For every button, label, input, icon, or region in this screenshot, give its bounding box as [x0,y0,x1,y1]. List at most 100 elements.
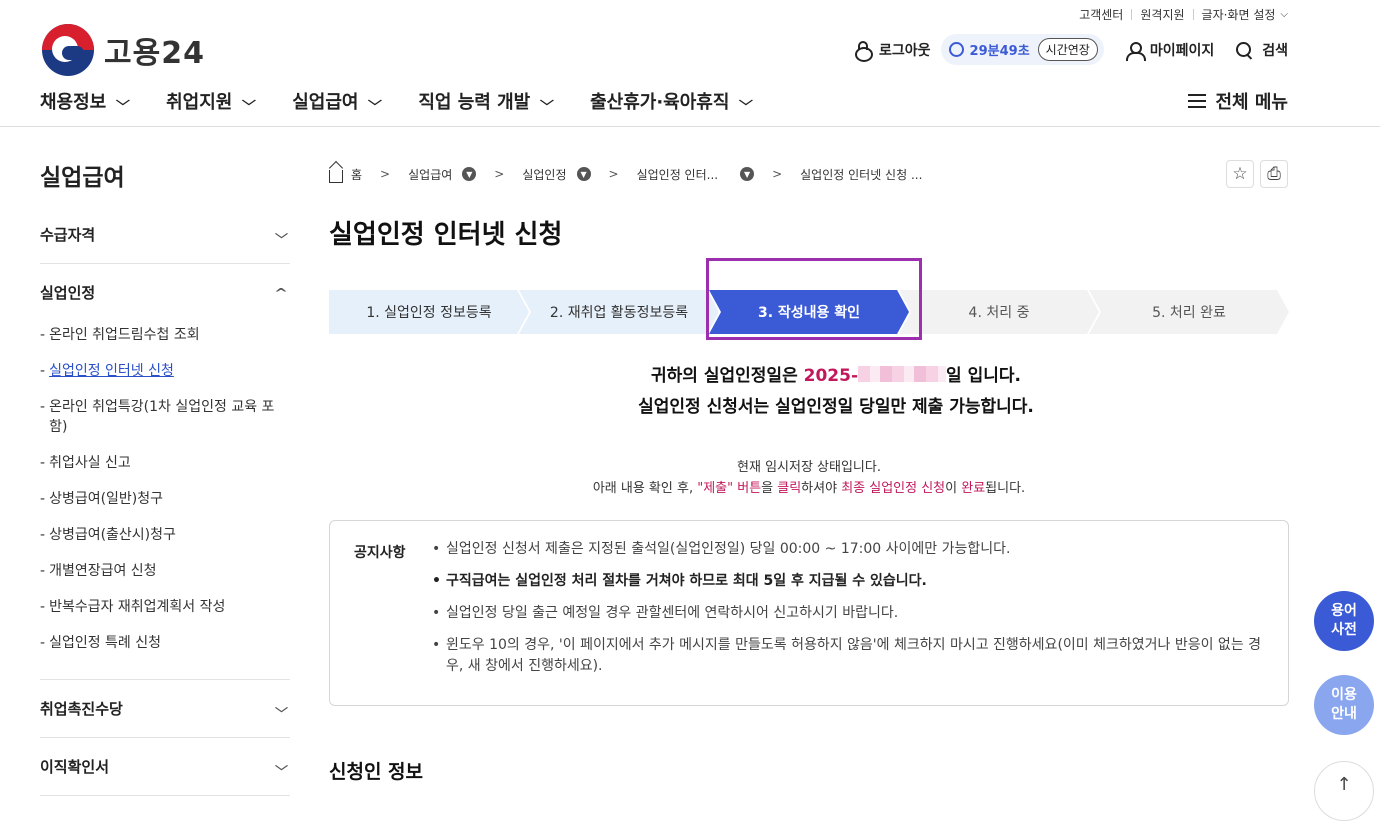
dropdown-icon[interactable]: ▼ [740,167,755,181]
temp-emphasis: 완료 [961,481,986,496]
step-5: 5. 처리 완료 [1089,290,1289,334]
dropdown-icon[interactable]: ▼ [462,167,477,181]
side-item[interactable]: - 개별연장급여 신청 [40,553,290,589]
timer-value: 29분49초 [969,44,1030,59]
temp-emphasis: 클릭 [777,481,802,496]
temp-emphasis: 최종 실업인정 신청 [841,481,946,496]
breadcrumb-current: 실업인정 인터넷 신청 ... [800,167,923,182]
mypage-label: 마이페이지 [1149,42,1215,59]
step-4: 4. 처리 중 [899,290,1099,334]
side-item-label: 온라인 취업특강(1차 실업인정 교육 포함) [49,399,275,435]
side-group-label: 실업인정 [40,284,96,302]
nav-menu-skills[interactable]: 직업 능력 개발 ⌵ [418,88,555,114]
chevron-right-icon: > [380,167,391,181]
all-menu-label: 전체 메뉴 [1215,92,1288,113]
guide-button[interactable]: 이용 안내 [1314,675,1374,735]
side-item[interactable]: - 반복수급자 재취업계획서 작성 [40,589,290,625]
remote-support-link[interactable]: 원격지원 [1140,6,1184,23]
side-item-label: 상병급여(일반)청구 [49,491,164,507]
notice-item: 실업인정 신청서 제출은 지정된 출석일(실업인정일) 당일 00:00 ~ 1… [430,539,1264,560]
customer-center-link[interactable]: 고객센터 [1079,6,1123,23]
star-icon[interactable]: ☆ [1226,160,1254,188]
utility-bar: 고객센터 원격지원 글자·화면 설정 ⌵ [1079,6,1288,23]
breadcrumb-item[interactable]: 실업인정 [522,166,566,183]
temp-text: 됩니다. [985,481,1026,496]
chevron-right-icon: > [494,167,505,181]
message-line-2: 실업인정 신청서는 실업인정일 당일만 제출 가능합니다. [638,397,1034,417]
side-group-toggle[interactable]: 수급자격 ⌵ [40,224,290,245]
session-timer: 29분49초 시간연장 [940,34,1104,65]
home-icon[interactable] [329,169,343,183]
glossary-button[interactable]: 용어 사전 [1314,591,1374,651]
nav-menu-employment-support[interactable]: 취업지원 ⌵ [166,88,256,114]
taegeuk-logo-icon [42,24,94,76]
temp-text: 하셔야 [801,481,842,496]
notice-box: 공지사항 실업인정 신청서 제출은 지정된 출석일(실업인정일) 당일 00:0… [329,520,1289,706]
divider [1131,9,1133,20]
side-item-label: 실업인정 인터넷 신청 [49,363,174,379]
breadcrumb-home[interactable]: 홈 [351,166,362,183]
side-nav-title: 실업급여 [40,165,125,191]
side-item[interactable]: - 실업인정 특례 신청 [40,625,290,661]
notice-item: 윈도우 10의 경우, '이 페이지에서 추가 메시지를 만들도록 허용하지 않… [430,635,1264,677]
temp-line-2: 아래 내용 확인 후, "제출" 버튼을 클릭하셔야 최종 실업인정 신청이 완… [329,478,1289,499]
notice-label: 공지사항 [354,545,406,561]
mypage-button[interactable]: 마이페이지 [1125,40,1215,61]
breadcrumb-item[interactable]: 실업인정 인터... [637,166,719,183]
nav-label: 직업 능력 개발 [418,92,531,113]
dropdown-icon[interactable]: ▼ [576,167,591,181]
nav-menu-unemployment-benefit[interactable]: 실업급여 ⌵ [292,88,383,114]
side-navigation: 실업급여 수급자격 ⌵ 실업인정 ^ - 온라인 취업드림수첩 조회 - 실업인정 인터… [40,158,290,796]
chevron-down-icon: ⌵ [368,93,383,109]
chevron-right-icon: > [772,167,783,181]
nav-label: 출산휴가·육아휴직 [590,92,730,113]
highlight-box [706,258,922,340]
nav-label: 채용정보 [40,92,107,113]
user-icon [1125,41,1146,61]
side-group-separation-confirmation: 이직확인서 ⌵ [40,738,290,796]
side-item-label: 취업사실 신고 [49,455,131,471]
nav-menu-jobs[interactable]: 채용정보 ⌵ [40,88,130,114]
extend-time-button[interactable]: 시간연장 [1037,38,1098,61]
page-tools: ☆ ⎙ [1220,160,1288,188]
search-button[interactable]: 검색 [1236,40,1288,60]
temp-text: 을 [761,481,778,496]
chevron-down-icon: ⌵ [540,93,555,109]
chevron-down-icon: ⌵ [275,759,288,773]
side-group-toggle[interactable]: 이직확인서 ⌵ [40,756,290,777]
logout-button[interactable]: 로그아웃 [855,40,931,62]
site-logo[interactable]: 고용24 [42,24,205,76]
clock-icon [948,42,964,57]
hamburger-icon [1188,94,1207,108]
side-group-toggle[interactable]: 취업촉진수당 ⌵ [40,698,290,719]
breadcrumb-item[interactable]: 실업급여 [408,166,452,183]
notice-list: 실업인정 신청서 제출은 지정된 출석일(실업인정일) 당일 00:00 ~ 1… [430,539,1264,677]
temp-save-notice: 현재 임시저장 상태입니다. 아래 내용 확인 후, "제출" 버튼을 클릭하셔… [329,457,1289,499]
all-menu-button[interactable]: 전체 메뉴 [1188,88,1288,114]
side-item-label: 개별연장급여 신청 [49,563,157,579]
print-icon[interactable]: ⎙ [1260,160,1288,188]
message-line-1: 귀하의 실업인정일은 2025- 일 입니다. [329,361,1343,392]
side-item[interactable]: - 온라인 취업특강(1차 실업인정 교육 포함) [40,389,290,445]
side-item[interactable]: - 상병급여(일반)청구 [40,481,290,517]
certification-date-message: 귀하의 실업인정일은 2025- 일 입니다. 실업인정 신청서는 실업인정일 당… [329,361,1343,423]
step-1: 1. 실업인정 정보등록 [329,290,529,334]
scroll-top-button[interactable]: ↑ [1314,761,1374,821]
side-item[interactable]: - 상병급여(출산시)청구 [40,517,290,553]
side-group-toggle[interactable]: 실업인정 ^ [40,282,290,303]
font-screen-settings-link[interactable]: 글자·화면 설정 [1202,6,1276,23]
nav-label: 취업지원 [166,92,233,113]
search-label: 검색 [1262,42,1288,59]
nav-menu-parental-leave[interactable]: 출산휴가·육아휴직 ⌵ [590,88,754,114]
side-item-active[interactable]: - 실업인정 인터넷 신청 [40,353,290,389]
chevron-down-icon[interactable]: ⌵ [1280,9,1288,20]
temp-line-1: 현재 임시저장 상태입니다. [737,460,881,475]
side-item[interactable]: - 취업사실 신고 [40,445,290,481]
nav-label: 실업급여 [292,92,359,113]
chevron-down-icon: ⌵ [739,93,754,109]
chevron-right-icon: > [608,167,619,181]
chevron-up-icon: ^ [273,285,289,300]
side-group-label: 이직확인서 [40,758,110,776]
logout-label: 로그아웃 [879,42,931,59]
side-item[interactable]: - 온라인 취업드림수첩 조회 [40,317,290,353]
